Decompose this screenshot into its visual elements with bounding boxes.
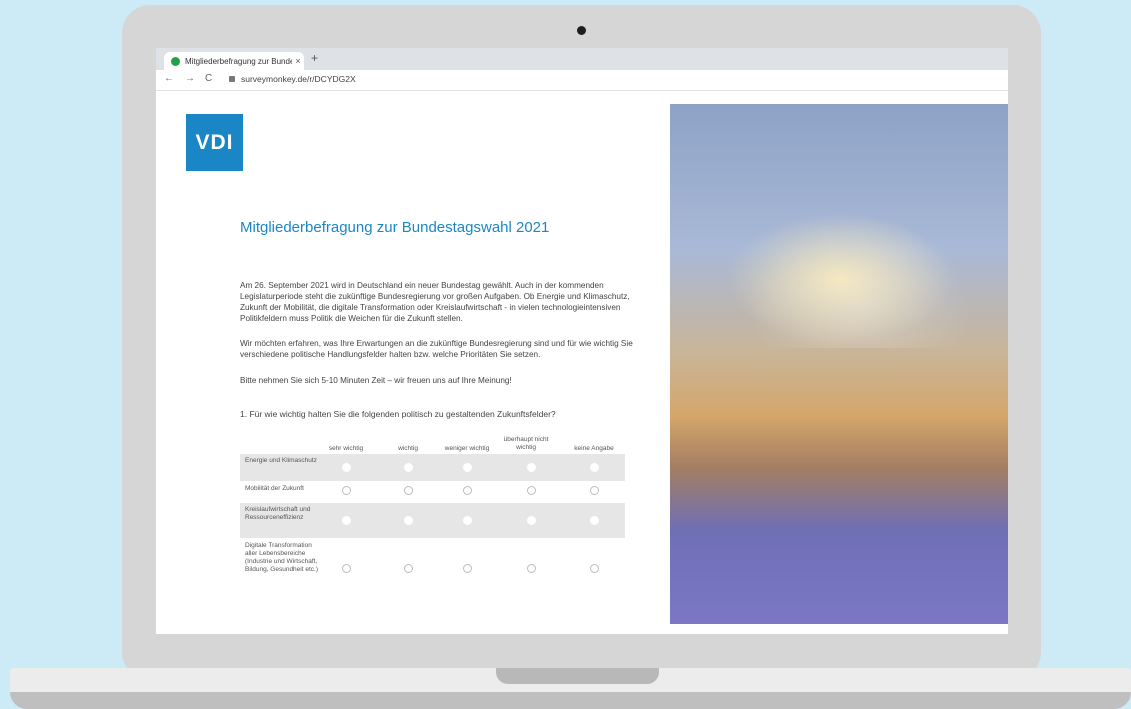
radio-wichtig[interactable] bbox=[404, 486, 413, 495]
new-tab-button[interactable]: + bbox=[311, 51, 318, 65]
row-label: Digitale Transformation aller Lebensbere… bbox=[245, 542, 318, 573]
url-field[interactable]: surveymonkey.de/r/DCYDG2X bbox=[241, 74, 356, 84]
matrix-row-kreislaufwirtschaft: Kreislaufwirtschaft und Ressourceneffizi… bbox=[240, 503, 625, 538]
radio-ueberhaupt-nicht-wichtig[interactable] bbox=[527, 486, 536, 495]
lock-icon bbox=[229, 76, 235, 82]
radio-wichtig[interactable] bbox=[404, 564, 413, 573]
radio-ueberhaupt-nicht-wichtig[interactable] bbox=[527, 463, 536, 472]
radio-ueberhaupt-nicht-wichtig[interactable] bbox=[527, 516, 536, 525]
intro-paragraph-3: Bitte nehmen Sie sich 5-10 Minuten Zeit … bbox=[240, 376, 512, 385]
row-label: Kreislaufwirtschaft und Ressourceneffizi… bbox=[245, 506, 311, 521]
radio-keine-angabe[interactable] bbox=[590, 564, 599, 573]
row-label: Energie und Klimaschutz bbox=[245, 457, 317, 464]
radio-weniger-wichtig[interactable] bbox=[463, 463, 472, 472]
tab-title: Mitgliederbefragung zur Bundest bbox=[185, 56, 292, 66]
tab-bar: Mitgliederbefragung zur Bundest × + bbox=[156, 48, 1008, 70]
matrix-row-energie: Energie und Klimaschutz bbox=[240, 454, 625, 481]
radio-sehr-wichtig[interactable] bbox=[342, 486, 351, 495]
browser-window: Mitgliederbefragung zur Bundest × + ← → … bbox=[156, 48, 1008, 634]
column-header-ueberhaupt-nicht-wichtig: überhaupt nicht wichtig bbox=[503, 436, 549, 451]
column-header-keine-angabe: keine Angabe bbox=[574, 445, 614, 452]
radio-wichtig[interactable] bbox=[404, 516, 413, 525]
row-label: Mobilität der Zukunft bbox=[245, 485, 304, 492]
radio-sehr-wichtig[interactable] bbox=[342, 516, 351, 525]
camera-icon bbox=[577, 26, 586, 35]
address-bar: ← → C surveymonkey.de/r/DCYDG2X bbox=[156, 70, 1008, 91]
radio-keine-angabe[interactable] bbox=[590, 463, 599, 472]
laptop-base-edge bbox=[10, 692, 1131, 709]
question-1: 1. Für wie wichtig halten Sie die folgen… bbox=[240, 409, 556, 419]
radio-keine-angabe[interactable] bbox=[590, 516, 599, 525]
surveymonkey-favicon-icon bbox=[171, 56, 180, 66]
radio-ueberhaupt-nicht-wichtig[interactable] bbox=[527, 564, 536, 573]
matrix-row-mobilitaet: Mobilität der Zukunft bbox=[240, 482, 625, 502]
close-tab-icon[interactable]: × bbox=[292, 56, 304, 66]
radio-keine-angabe[interactable] bbox=[590, 486, 599, 495]
radio-weniger-wichtig[interactable] bbox=[463, 486, 472, 495]
page-title: Mitgliederbefragung zur Bundestagswahl 2… bbox=[240, 219, 550, 236]
radio-sehr-wichtig[interactable] bbox=[342, 463, 351, 472]
radio-weniger-wichtig[interactable] bbox=[463, 516, 472, 525]
laptop-notch bbox=[496, 668, 659, 684]
intro-paragraph-1: Am 26. September 2021 wird in Deutschlan… bbox=[240, 281, 630, 323]
vdi-logo: VDI bbox=[186, 114, 243, 171]
intro-paragraph-2: Wir möchten erfahren, was Ihre Erwartung… bbox=[240, 339, 633, 359]
radio-wichtig[interactable] bbox=[404, 463, 413, 472]
matrix-row-digitale-transformation: Digitale Transformation aller Lebensbere… bbox=[240, 539, 625, 597]
radio-sehr-wichtig[interactable] bbox=[342, 564, 351, 573]
back-arrow-icon[interactable]: ← bbox=[164, 73, 174, 84]
radio-weniger-wichtig[interactable] bbox=[463, 564, 472, 573]
hero-image-highlight bbox=[670, 178, 1008, 348]
column-header-weniger-wichtig: weniger wichtig bbox=[444, 445, 490, 452]
forward-arrow-icon[interactable]: → bbox=[185, 73, 195, 84]
column-header-sehr-wichtig: sehr wichtig bbox=[328, 445, 364, 452]
browser-tab[interactable]: Mitgliederbefragung zur Bundest × bbox=[164, 52, 304, 70]
reload-icon[interactable]: C bbox=[205, 73, 212, 84]
